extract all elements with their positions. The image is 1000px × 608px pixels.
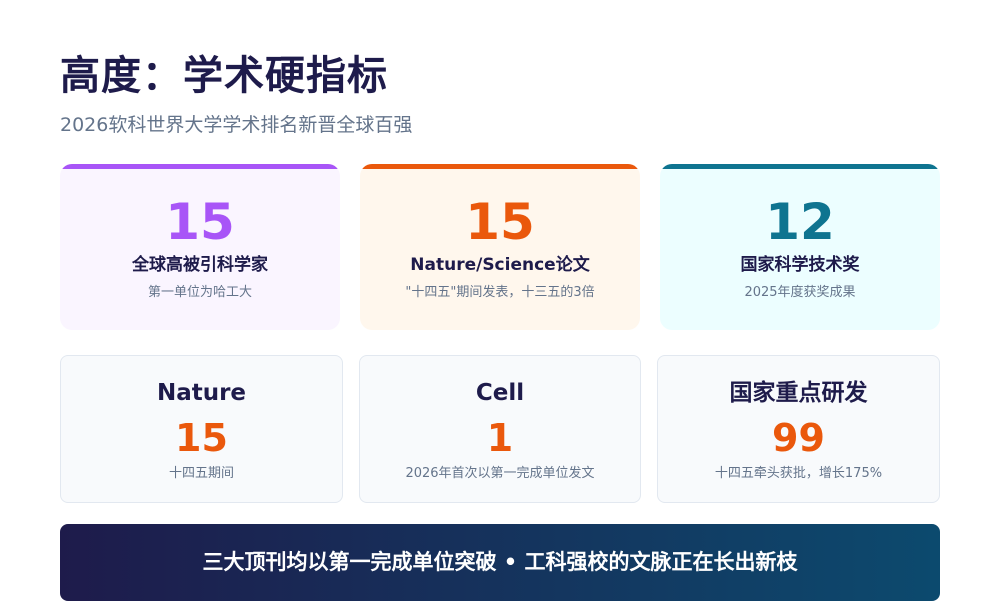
metric-note: 十四五期间	[168, 466, 234, 481]
page-title: 高度：学术硬指标	[60, 53, 388, 99]
page-subtitle: 2026软科世界大学学术排名新晋全球百强	[60, 114, 413, 136]
metric-value: 15	[175, 416, 228, 460]
metric-card-cell: Cell 1 2026年首次以第一完成单位发文	[359, 355, 641, 503]
highlight-label: Nature/Science论文	[410, 255, 590, 275]
summary-banner: 三大顶刊均以第一完成单位突破 • 工科强校的文脉正在长出新枝	[60, 524, 940, 601]
metric-cards: Nature 15 十四五期间 Cell 1 2026年首次以第一完成单位发文 …	[60, 355, 940, 503]
highlight-label: 全球高被引科学家	[132, 255, 268, 275]
highlight-label: 国家科学技术奖	[740, 255, 860, 275]
accent-bar	[360, 164, 640, 169]
highlight-note: 2025年度获奖成果	[744, 285, 856, 300]
highlight-card-highly-cited: 15 全球高被引科学家 第一单位为哈工大	[60, 164, 340, 330]
metric-heading: Cell	[475, 380, 525, 406]
highlight-card-state-award: 12 国家科学技术奖 2025年度获奖成果	[660, 164, 940, 330]
accent-bar	[660, 164, 940, 169]
highlight-card-nature-science: 15 Nature/Science论文 "十四五"期间发表，十三五的3倍	[360, 164, 640, 330]
accent-bar	[60, 164, 340, 169]
metric-value: 1	[486, 416, 514, 460]
metric-value: 99	[772, 416, 825, 460]
metric-heading: Nature	[156, 380, 247, 406]
metric-card-key-rd: 国家重点研发 99 十四五牵头获批，增长175%	[657, 355, 940, 503]
highlight-note: "十四五"期间发表，十三五的3倍	[405, 285, 595, 300]
highlight-note: 第一单位为哈工大	[147, 285, 252, 300]
highlight-value: 12	[765, 193, 835, 251]
metric-card-nature: Nature 15 十四五期间	[60, 355, 343, 503]
highlight-cards: 15 全球高被引科学家 第一单位为哈工大 15 Nature/Science论文…	[60, 164, 940, 330]
highlight-value: 15	[165, 193, 235, 251]
metric-note: 十四五牵头获批，增长175%	[714, 466, 883, 481]
metric-note: 2026年首次以第一完成单位发文	[405, 466, 595, 481]
highlight-value: 15	[465, 193, 535, 251]
metric-heading: 国家重点研发	[729, 380, 868, 406]
